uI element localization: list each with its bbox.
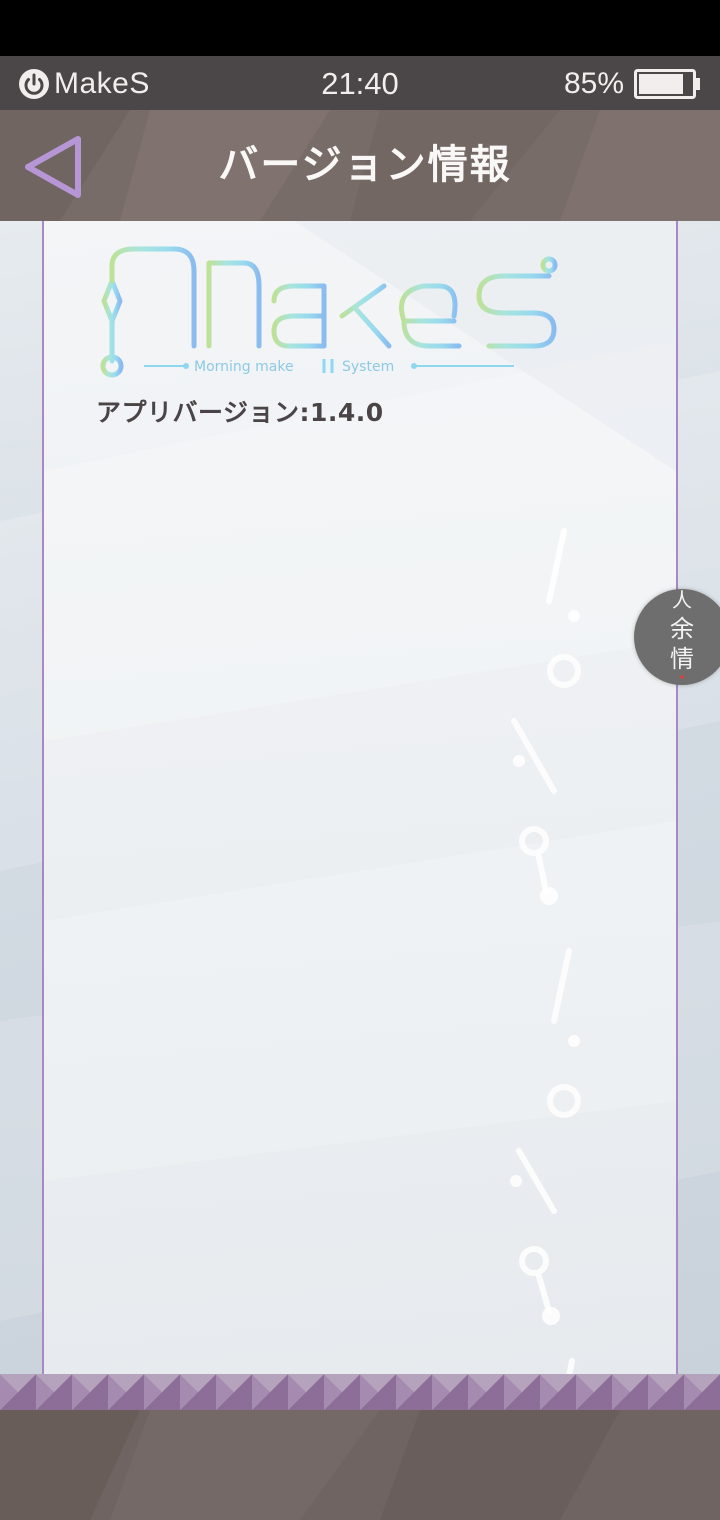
decorative-circuit-trail <box>510 528 581 1401</box>
status-right: 85% <box>564 67 702 101</box>
badge-char-2: 余 <box>670 615 694 643</box>
version-panel: Morning make System アプリバージョン:1.4.0 <box>42 221 678 1410</box>
logo-tagline-right: System <box>342 359 394 375</box>
badge-char-3: 情 <box>670 645 694 673</box>
battery-fill <box>639 74 683 94</box>
logo-tagline-left: Morning make <box>194 359 294 375</box>
badge-char-1: 人 <box>672 589 692 612</box>
footer-pattern <box>0 1410 620 1520</box>
decorative-bottom-strip <box>0 1374 720 1410</box>
page-title: バージョン情報 <box>218 142 512 188</box>
system-top-bar <box>0 0 720 56</box>
app-version-text: アプリバージョン:1.4.0 <box>96 398 384 427</box>
footer-bar <box>0 1410 720 1520</box>
battery-percent: 85% <box>563 67 624 100</box>
makes-logo: Morning make System <box>100 246 558 378</box>
status-bar: MakeS 21:40 85% <box>0 56 720 110</box>
floating-badge-button[interactable]: 人 余 情 <box>634 589 720 685</box>
calligraphy-badge-icon: 人 余 情 <box>670 589 694 679</box>
header-bar: バージョン情報 <box>0 110 720 221</box>
battery-icon <box>634 69 700 99</box>
